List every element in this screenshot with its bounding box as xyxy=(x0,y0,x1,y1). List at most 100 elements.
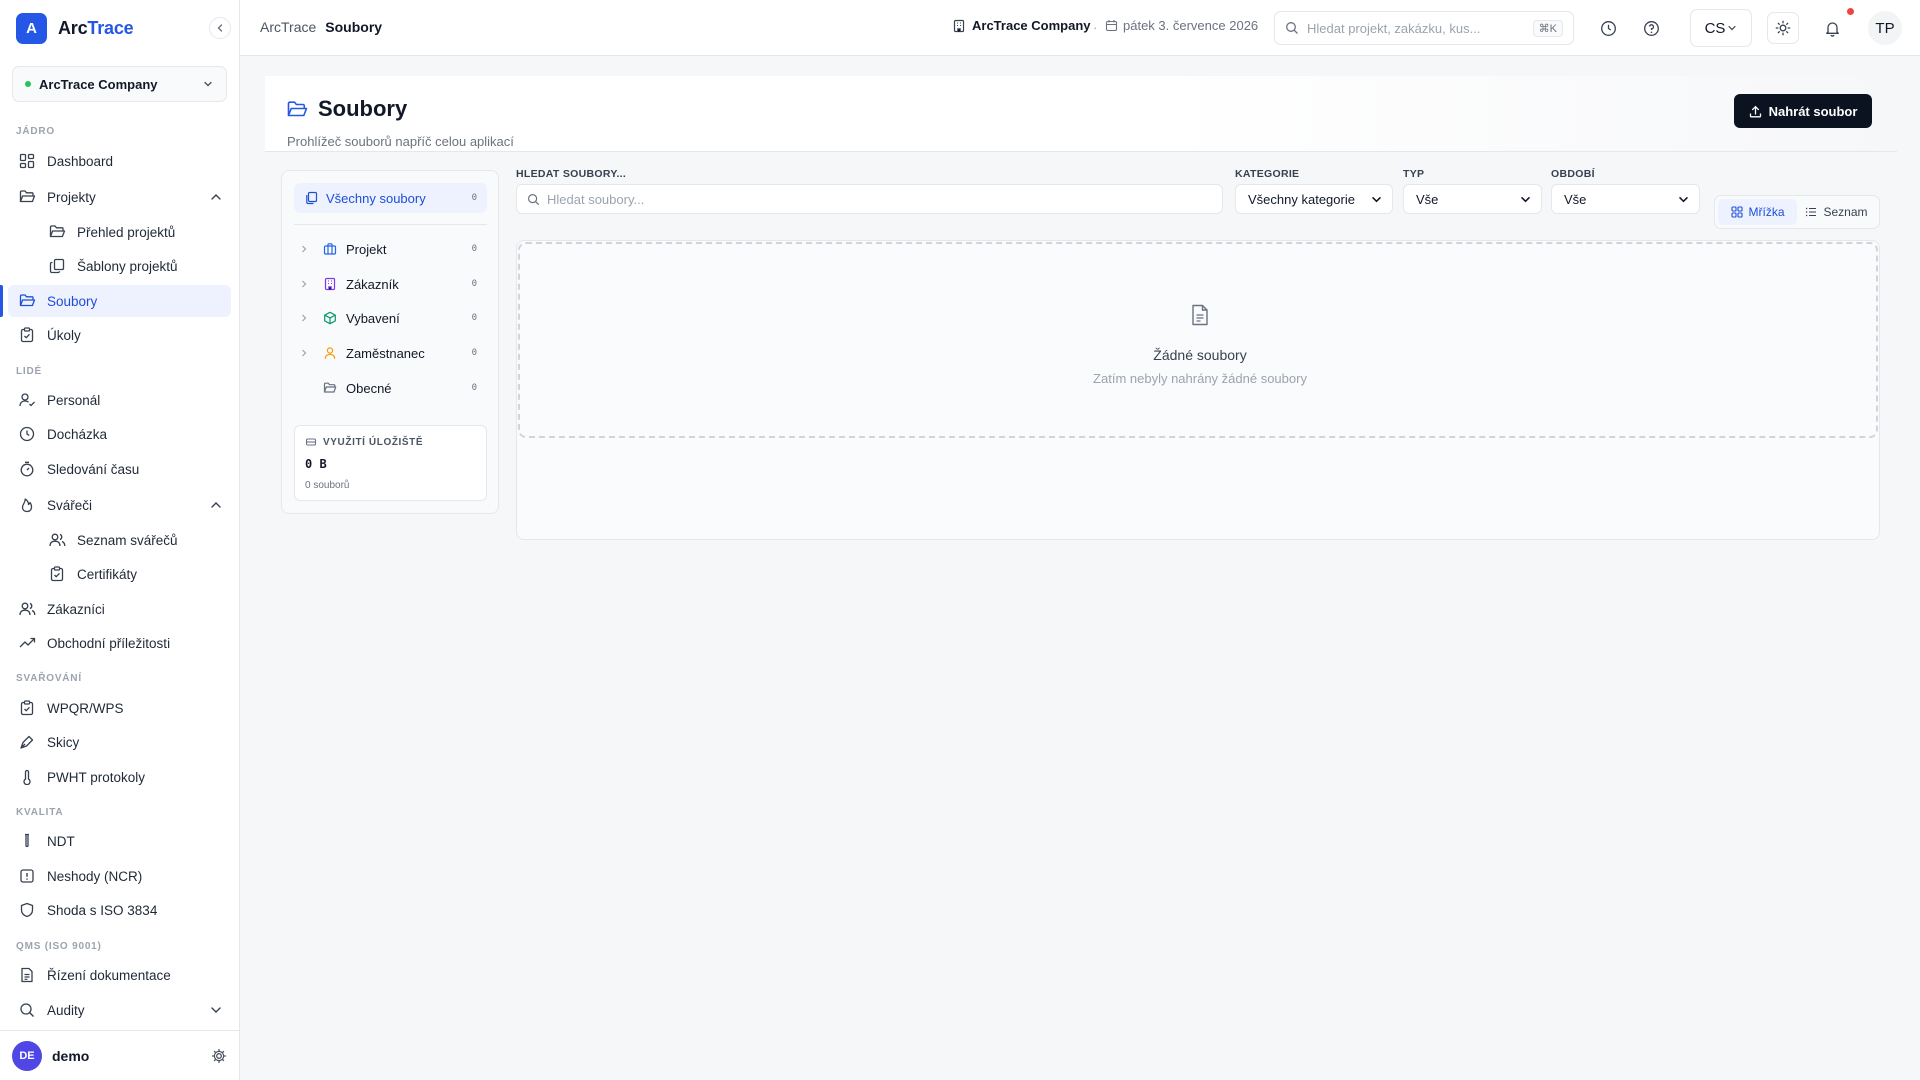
collapse-sidebar-button[interactable] xyxy=(209,17,231,39)
type-filter-label: TYP xyxy=(1403,168,1425,180)
sidebar-item-certificates[interactable]: Certifikáty xyxy=(38,558,231,590)
folder-open-icon xyxy=(287,100,308,116)
building-icon xyxy=(953,19,965,32)
view-mode-toggle: Mřížka Seznam xyxy=(1714,195,1880,229)
user-avatar[interactable]: TP xyxy=(1868,11,1902,45)
notifications-button[interactable] xyxy=(1816,12,1848,44)
sidebar-item-label: WPQR/WPS xyxy=(47,700,124,716)
notification-badge xyxy=(1847,8,1854,15)
theme-toggle-button[interactable] xyxy=(1767,12,1799,44)
file-search[interactable] xyxy=(516,184,1223,214)
chevron-right-icon[interactable] xyxy=(294,348,314,358)
page-header: Soubory Prohlížeč souborů napříč celou a… xyxy=(265,76,1897,152)
sidebar-footer: DE demo xyxy=(0,1030,239,1080)
chevron-right-icon[interactable] xyxy=(294,313,314,323)
sidebar-item-pwht[interactable]: PWHT protokoly xyxy=(8,761,231,793)
sidebar-item-welders-list[interactable]: Seznam svářečů xyxy=(38,524,231,556)
sidebar-item-sketches[interactable]: Skicy xyxy=(8,726,231,758)
nav-section-core: JÁDRO xyxy=(16,126,56,137)
chevron-down-icon xyxy=(211,1007,221,1013)
sidebar-item-label: Svářeči xyxy=(47,497,93,513)
breadcrumb-root[interactable]: ArcTrace xyxy=(260,19,316,35)
sidebar-item-label: Zákazníci xyxy=(47,601,105,617)
tree-item-project[interactable]: Projekt 0 xyxy=(294,234,487,264)
calendar-icon xyxy=(1105,20,1118,32)
user-name: demo xyxy=(52,1047,90,1064)
bell-icon xyxy=(1825,21,1839,37)
sidebar-item-ndt[interactable]: NDT xyxy=(8,825,231,857)
sidebar-item-label: Soubory xyxy=(47,293,98,309)
package-icon xyxy=(322,311,338,325)
language-selector[interactable]: CS xyxy=(1690,9,1752,47)
sidebar-item-welders[interactable]: Svářeči xyxy=(8,489,231,521)
empty-state[interactable]: Žádné soubory Zatím nebyly nahrány žádné… xyxy=(518,242,1878,438)
period-select-value: Vše xyxy=(1564,191,1587,207)
global-search-input[interactable] xyxy=(1307,20,1533,36)
nav-section-qms: QMS (ISO 9001) xyxy=(16,941,102,952)
period-filter-label: OBDOBÍ xyxy=(1551,168,1595,180)
user-icon xyxy=(322,346,338,360)
category-select[interactable]: Všechny kategorie xyxy=(1235,184,1393,214)
sidebar-item-projects-overview[interactable]: Přehled projektů xyxy=(38,216,231,248)
storage-file-count: 0 souborů xyxy=(305,480,350,491)
clipboard-check-icon xyxy=(18,326,36,344)
sidebar-item-label: Audity xyxy=(47,1002,85,1018)
chevron-up-icon xyxy=(211,502,221,508)
period-select[interactable]: Vše xyxy=(1551,184,1700,214)
file-count: 0 xyxy=(471,313,477,323)
chevron-down-icon xyxy=(204,81,212,87)
gear-icon[interactable] xyxy=(211,1048,227,1064)
sidebar-item-wpqr[interactable]: WPQR/WPS xyxy=(8,692,231,724)
chevron-right-icon[interactable] xyxy=(294,244,314,254)
grid-view-button[interactable]: Mřížka xyxy=(1718,199,1797,225)
sidebar-item-label: Úkoly xyxy=(47,327,81,343)
storage-usage-label: VYUŽITÍ ÚLOŽIŠTĚ xyxy=(305,436,423,448)
empty-state-title: Žádné soubory xyxy=(1153,347,1247,363)
sidebar-item-audits[interactable]: Audity xyxy=(8,994,231,1026)
sidebar-item-label: Přehled projektů xyxy=(77,224,176,240)
tree-item-equipment[interactable]: Vybavení 0 xyxy=(294,303,487,333)
page-subtitle: Prohlížeč souborů napříč celou aplikací xyxy=(287,134,514,149)
sidebar-item-attendance[interactable]: Docházka xyxy=(8,418,231,450)
avatar[interactable]: DE xyxy=(12,1040,42,1071)
timer-icon xyxy=(18,460,36,478)
sidebar-item-opportunities[interactable]: Obchodní příležitosti xyxy=(8,627,231,659)
file-search-input[interactable] xyxy=(547,191,1212,207)
list-view-button[interactable]: Seznam xyxy=(1797,199,1876,225)
sidebar-item-files[interactable]: Soubory xyxy=(8,285,231,317)
sidebar-item-ncr[interactable]: Neshody (NCR) xyxy=(8,860,231,892)
user-check-icon xyxy=(18,391,36,409)
type-select-value: Vše xyxy=(1416,191,1439,207)
copy-icon xyxy=(48,257,66,275)
help-button[interactable] xyxy=(1635,12,1667,44)
sidebar-item-iso3834[interactable]: Shoda s ISO 3834 xyxy=(8,894,231,926)
sidebar-item-projects[interactable]: Projekty xyxy=(8,181,231,213)
global-search[interactable]: ⌘K xyxy=(1274,11,1574,45)
sidebar-item-tasks[interactable]: Úkoly xyxy=(8,319,231,351)
tree-item-customer[interactable]: Zákazník 0 xyxy=(294,269,487,299)
file-category-tree: Všechny soubory 0 Projekt 0 Zákazník 0 V… xyxy=(281,170,499,514)
nav-section-welding: SVAŘOVÁNÍ xyxy=(16,673,82,684)
chevron-right-icon[interactable] xyxy=(294,279,314,289)
file-text-icon xyxy=(18,966,36,984)
sidebar-item-time-tracking[interactable]: Sledování času xyxy=(8,453,231,485)
sidebar-item-doc-control[interactable]: Řízení dokumentace xyxy=(8,959,231,991)
files-area: Žádné soubory Zatím nebyly nahrány žádné… xyxy=(516,240,1880,540)
sidebar-item-dashboard[interactable]: Dashboard xyxy=(8,145,231,177)
category-select-value: Všechny kategorie xyxy=(1248,191,1355,207)
tree-item-employee[interactable]: Zaměstnanec 0 xyxy=(294,338,487,368)
clock-icon xyxy=(1600,20,1616,36)
sidebar-item-label: Certifikáty xyxy=(77,566,138,582)
brand[interactable]: A ArcTrace xyxy=(16,12,134,44)
upload-file-button[interactable]: Nahrát soubor xyxy=(1734,94,1872,128)
history-button[interactable] xyxy=(1592,12,1624,44)
tree-item-all-files[interactable]: Všechny soubory 0 xyxy=(294,183,487,213)
sidebar-item-personnel[interactable]: Personál xyxy=(8,384,231,416)
sidebar-item-project-templates[interactable]: Šablony projektů xyxy=(38,250,231,282)
tree-item-general[interactable]: Obecné 0 xyxy=(294,373,487,403)
chevron-up-icon xyxy=(211,194,221,200)
sidebar-item-customers[interactable]: Zákazníci xyxy=(8,593,231,625)
company-selector[interactable]: ArcTrace Company xyxy=(12,66,227,102)
search-files-label: HLEDAT SOUBORY... xyxy=(516,168,627,180)
type-select[interactable]: Vše xyxy=(1403,184,1542,214)
